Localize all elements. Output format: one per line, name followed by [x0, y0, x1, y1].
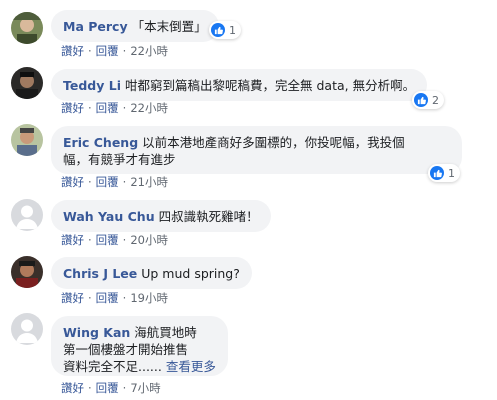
reply-button[interactable]: 回覆: [96, 233, 119, 247]
comment-text: 幅，有競爭才有進步: [63, 152, 176, 167]
avatar[interactable]: [11, 124, 43, 156]
timestamp[interactable]: 21小時: [130, 175, 168, 189]
separator-dot: ·: [122, 233, 127, 247]
comment-actions: 讚好 · 回覆 · 22小時: [61, 100, 168, 116]
comment-actions: 讚好 · 回覆 · 20小時: [61, 232, 168, 248]
reaction-number: 2: [432, 93, 439, 107]
separator-dot: ·: [122, 101, 127, 115]
comment-author[interactable]: Wah Yau Chu: [63, 209, 155, 224]
reply-button[interactable]: 回覆: [96, 44, 119, 58]
like-button[interactable]: 讚好: [61, 291, 84, 305]
comment-actions: 讚好 · 回覆 · 19小時: [61, 290, 168, 306]
comment-text: 海航買地時: [134, 325, 197, 340]
like-button[interactable]: 讚好: [61, 101, 84, 115]
separator-dot: ·: [122, 44, 127, 58]
reply-button[interactable]: 回覆: [96, 381, 119, 395]
reaction-count[interactable]: 1: [428, 164, 460, 182]
avatar[interactable]: [11, 12, 43, 44]
comment-bubble: Wing Kan 海航買地時第一個樓盤才開始推售 資料完全不足...... 查看更多: [51, 316, 228, 376]
comment-author[interactable]: Wing Kan: [63, 325, 130, 340]
like-icon: [211, 23, 225, 37]
like-button[interactable]: 讚好: [61, 175, 84, 189]
separator-dot: ·: [122, 381, 127, 395]
like-button[interactable]: 讚好: [61, 381, 84, 395]
reaction-count[interactable]: 1: [209, 21, 241, 39]
comment-actions: 讚好 · 回覆 · 7小時: [61, 380, 161, 396]
comment-actions: 讚好 · 回覆 · 22小時: [61, 43, 168, 59]
reply-button[interactable]: 回覆: [96, 101, 119, 115]
avatar[interactable]: [11, 67, 43, 99]
comment-text: 「本末倒置」: [131, 19, 207, 34]
reaction-count[interactable]: 2: [412, 91, 444, 109]
comment-text: 資料完全不足......: [63, 359, 162, 374]
comment-actions: 讚好 · 回覆 · 21小時: [61, 174, 168, 190]
separator-dot: ·: [122, 175, 127, 189]
comment-bubble: Eric Cheng 以前本港地產商好多圍標的，你投呢幅，我投個幅，有競爭才有進步: [51, 126, 462, 174]
comment-author[interactable]: Teddy Li: [63, 78, 121, 93]
avatar[interactable]: [11, 256, 43, 288]
comment-author[interactable]: Ma Percy: [63, 19, 128, 34]
like-button[interactable]: 讚好: [61, 233, 84, 247]
comment-text: 第一個樓盤才開始推售: [63, 342, 189, 357]
timestamp[interactable]: 19小時: [130, 291, 168, 305]
separator-dot: ·: [122, 291, 127, 305]
comment-text: 四叔識執死雞啫！: [158, 209, 259, 224]
separator-dot: ·: [88, 175, 92, 189]
timestamp[interactable]: 22小時: [130, 44, 168, 58]
like-icon: [430, 166, 444, 180]
separator-dot: ·: [88, 381, 92, 395]
separator-dot: ·: [88, 44, 92, 58]
comment-bubble: Teddy Li 咁都窮到篇稿出黎呢稿費，完全無 data, 無分析啊。: [51, 69, 428, 101]
comment-text: 咁都窮到篇稿出黎呢稿費，完全無 data, 無分析啊。: [125, 78, 416, 93]
reaction-number: 1: [448, 166, 455, 180]
separator-dot: ·: [88, 233, 92, 247]
timestamp[interactable]: 22小時: [130, 101, 168, 115]
reply-button[interactable]: 回覆: [96, 175, 119, 189]
timestamp[interactable]: 20小時: [130, 233, 168, 247]
reaction-number: 1: [229, 23, 236, 37]
separator-dot: ·: [88, 101, 92, 115]
reply-button[interactable]: 回覆: [96, 291, 119, 305]
comment-bubble: Chris J Lee Up mud spring?: [51, 257, 252, 289]
like-button[interactable]: 讚好: [61, 44, 84, 58]
like-icon: [414, 93, 428, 107]
avatar[interactable]: [11, 313, 43, 345]
comment-author[interactable]: Eric Cheng: [63, 135, 138, 150]
comment-text: Up mud spring?: [141, 266, 240, 281]
comment-bubble: Wah Yau Chu 四叔識執死雞啫！: [51, 200, 271, 232]
comment-bubble: Ma Percy 「本末倒置」: [51, 10, 219, 42]
see-more-link[interactable]: 查看更多: [166, 359, 216, 374]
avatar[interactable]: [11, 199, 43, 231]
separator-dot: ·: [88, 291, 92, 305]
timestamp[interactable]: 7小時: [130, 381, 160, 395]
comment-author[interactable]: Chris J Lee: [63, 266, 137, 281]
comment-text: 以前本港地產商好多圍標的，你投呢幅，我投個: [142, 135, 405, 150]
